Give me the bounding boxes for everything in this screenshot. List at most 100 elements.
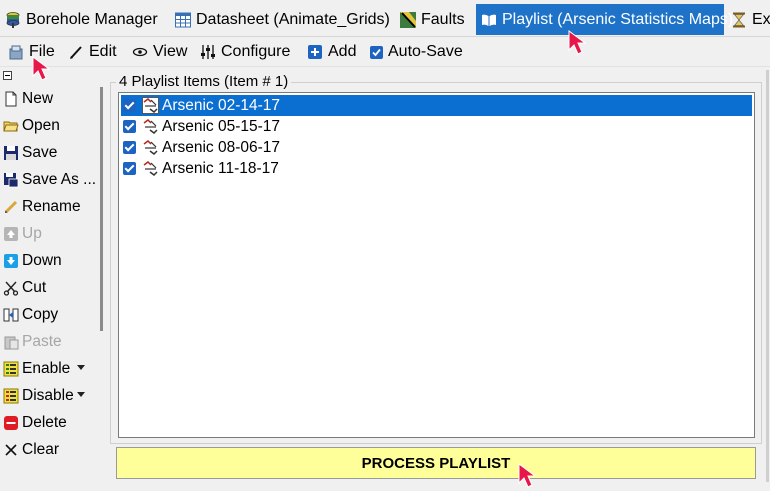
- sidebar-item-save-as[interactable]: Save As ...: [3, 168, 96, 192]
- item-checkbox[interactable]: [123, 141, 136, 154]
- auto-save-toggle[interactable]: Auto-Save: [370, 41, 463, 63]
- tab-label: Faults: [421, 10, 465, 28]
- pointer-arrow-icon: [568, 30, 587, 55]
- view-label: View: [153, 43, 188, 60]
- paste-icon: [3, 334, 19, 350]
- arrow-up-icon: [3, 226, 19, 242]
- sidebar-item-cut[interactable]: Cut: [3, 276, 46, 300]
- sidebar-item-down[interactable]: Down: [3, 249, 62, 273]
- tab-borehole-manager[interactable]: Borehole Manager: [0, 4, 162, 35]
- item-label: Arsenic 11-18-17: [162, 159, 279, 177]
- checkbox-checked-icon: [370, 45, 383, 59]
- playlist-list[interactable]: Arsenic 02-14-17 Arsenic 05-15-17 Arseni…: [118, 92, 755, 438]
- sidebar-item-paste[interactable]: Paste: [3, 330, 62, 354]
- configure-menu-button[interactable]: Configure: [200, 41, 290, 63]
- auto-save-label: Auto-Save: [388, 43, 463, 60]
- right-scrollbar[interactable]: [766, 70, 769, 482]
- tab-playlist[interactable]: Playlist (Arsenic Statistics Maps): [476, 4, 733, 35]
- sidebar-item-delete[interactable]: Delete: [3, 411, 67, 435]
- tab-faults[interactable]: Faults: [395, 4, 471, 35]
- tab-exe[interactable]: Exe: [726, 4, 770, 35]
- tab-datasheet[interactable]: Datasheet (Animate_Grids): [170, 4, 390, 35]
- list-uncheck-icon: [3, 388, 19, 404]
- add-icon: [307, 44, 323, 60]
- sidebar-item-new[interactable]: New: [3, 87, 53, 111]
- pen-icon: [68, 44, 84, 60]
- datasheet-icon: [174, 11, 192, 29]
- add-button[interactable]: Add: [307, 41, 356, 63]
- sidebar-item-rename[interactable]: Rename: [3, 195, 81, 219]
- playlist-item[interactable]: Arsenic 05-15-17: [123, 116, 281, 137]
- collapse-toggle[interactable]: [3, 71, 12, 80]
- tab-label: Datasheet (Animate_Grids): [196, 10, 390, 28]
- item-checkbox[interactable]: [123, 99, 136, 112]
- copy-icon: [3, 307, 19, 323]
- book-icon: [480, 11, 498, 29]
- new-file-icon: [3, 91, 19, 107]
- item-label: Arsenic 08-06-17: [162, 138, 281, 156]
- sidebar-item-label: Rename: [22, 198, 81, 215]
- sliders-icon: [200, 44, 216, 60]
- add-label: Add: [328, 43, 357, 60]
- edit-label: Edit: [89, 43, 117, 60]
- save-icon: [3, 145, 19, 161]
- edit-menu-button[interactable]: Edit: [68, 41, 117, 63]
- toolbar: File Edit View Configure Add Auto-Save: [0, 37, 770, 67]
- sidebar-item-label: Up: [22, 225, 42, 242]
- sidebar-scrollbar[interactable]: [100, 87, 103, 331]
- view-menu-button[interactable]: View: [132, 41, 187, 63]
- sidebar-item-label: Cut: [22, 279, 47, 296]
- file-icon: [8, 44, 24, 60]
- sidebar-item-save[interactable]: Save: [3, 141, 57, 165]
- folder-icon: [3, 118, 19, 134]
- sidebar-item-label: Delete: [22, 414, 67, 431]
- map-arrows-icon: [142, 160, 159, 177]
- playlist-item[interactable]: Arsenic 02-14-17: [123, 95, 282, 116]
- playlist-item[interactable]: Arsenic 08-06-17: [123, 137, 281, 158]
- tab-label: Playlist (Arsenic Statistics Maps): [502, 10, 734, 28]
- sidebar-item-label: Clear: [22, 441, 60, 458]
- sidebar-item-disable[interactable]: Disable: [3, 384, 99, 408]
- dropdown-arrow-icon[interactable]: [77, 365, 85, 370]
- item-label: Arsenic 05-15-17: [162, 117, 281, 135]
- sidebar-item-label: Disable: [22, 387, 74, 404]
- configure-label: Configure: [221, 43, 291, 60]
- tab-bar: Borehole Manager Datasheet (Animate_Grid…: [0, 0, 770, 37]
- eye-icon: [132, 44, 148, 60]
- sidebar-item-open[interactable]: Open: [3, 114, 60, 138]
- delete-icon: [3, 415, 19, 431]
- save-as-icon: [3, 172, 19, 188]
- tab-label: Borehole Manager: [26, 10, 158, 28]
- arrow-down-icon: [3, 253, 19, 269]
- sidebar-item-clear[interactable]: Clear: [3, 438, 59, 462]
- pencil-icon: [3, 199, 19, 215]
- hourglass-icon: [730, 11, 748, 29]
- sidebar-item-enable[interactable]: Enable: [3, 357, 99, 381]
- clear-x-icon: [3, 442, 19, 458]
- sidebar-item-label: Enable: [22, 360, 71, 377]
- item-label: Arsenic 02-14-17: [161, 96, 282, 115]
- sidebar-item-up[interactable]: Up: [3, 222, 42, 246]
- process-playlist-button[interactable]: PROCESS PLAYLIST: [116, 447, 756, 479]
- borehole-icon: [4, 11, 22, 29]
- pointer-arrow-icon: [32, 56, 51, 81]
- pointer-arrow-icon: [518, 463, 537, 488]
- faults-icon: [399, 11, 417, 29]
- tab-label: Exe: [752, 10, 770, 28]
- map-arrows-icon: [142, 118, 159, 135]
- scissors-icon: [3, 280, 19, 296]
- playlist-header: 4 Playlist Items (Item # 1): [116, 73, 292, 90]
- sidebar-item-label: Save As ...: [22, 171, 97, 188]
- list-check-icon: [3, 361, 19, 377]
- map-arrows-icon: [142, 139, 159, 156]
- item-checkbox[interactable]: [123, 162, 136, 175]
- sidebar-item-label: Paste: [22, 333, 62, 350]
- sidebar-item-copy[interactable]: Copy: [3, 303, 58, 327]
- item-checkbox[interactable]: [123, 120, 136, 133]
- sidebar-item-label: Save: [22, 144, 58, 161]
- playlist-item[interactable]: Arsenic 11-18-17: [123, 158, 280, 179]
- sidebar-item-label: Down: [22, 252, 62, 269]
- sidebar-item-label: New: [22, 90, 54, 107]
- sidebar-item-label: Open: [22, 117, 60, 134]
- dropdown-arrow-icon[interactable]: [77, 392, 85, 397]
